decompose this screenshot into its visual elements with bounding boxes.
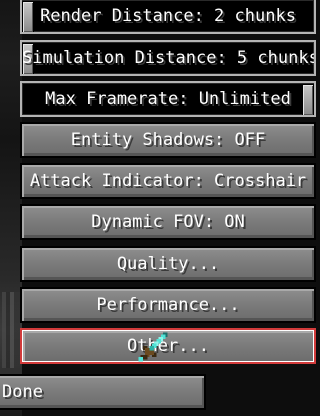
performance-button[interactable]: Performance... xyxy=(20,287,316,323)
dynamic-fov-label: Dynamic FOV: ON xyxy=(91,212,245,232)
slider-handle[interactable] xyxy=(22,1,34,32)
max-framerate-label: Max Framerate: Unlimited xyxy=(45,89,291,109)
dynamic-fov-button[interactable]: Dynamic FOV: ON xyxy=(20,204,316,240)
done-button[interactable]: Done xyxy=(0,374,206,410)
entity-shadows-button[interactable]: Entity Shadows: OFF xyxy=(20,122,316,158)
entity-shadows-label: Entity Shadows: OFF xyxy=(70,130,266,150)
quality-button[interactable]: Quality... xyxy=(20,246,316,282)
render-distance-slider[interactable]: Render Distance: 2 chunks xyxy=(20,0,316,34)
slider-handle[interactable] xyxy=(302,84,314,115)
dirt-background xyxy=(0,0,22,416)
attack-indicator-label: Attack Indicator: Crosshair xyxy=(29,171,307,191)
attack-indicator-button[interactable]: Attack Indicator: Crosshair xyxy=(20,163,316,199)
diamond-sword-icon xyxy=(138,332,168,362)
performance-label: Performance... xyxy=(96,295,240,315)
simulation-distance-label: Simulation Distance: 5 chunks xyxy=(22,48,316,68)
render-distance-label: Render Distance: 2 chunks xyxy=(40,6,296,26)
simulation-distance-slider[interactable]: Simulation Distance: 5 chunks xyxy=(20,40,316,76)
max-framerate-slider[interactable]: Max Framerate: Unlimited xyxy=(20,81,316,117)
quality-label: Quality... xyxy=(116,254,220,274)
done-label: Done xyxy=(2,382,43,402)
